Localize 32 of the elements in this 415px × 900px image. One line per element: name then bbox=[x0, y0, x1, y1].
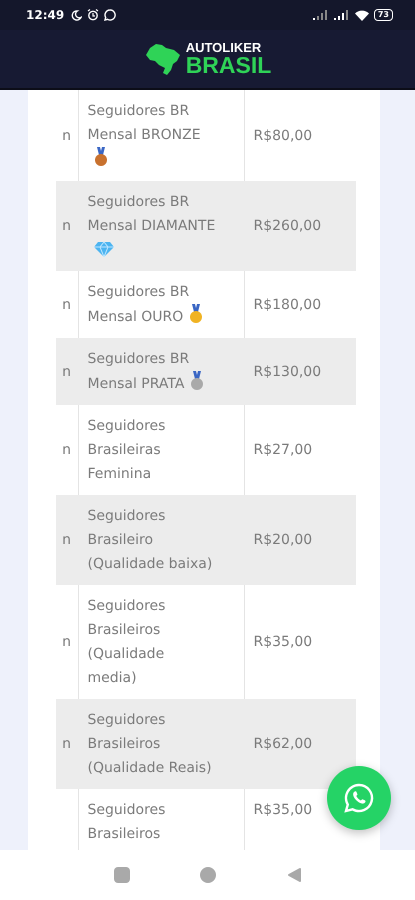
map-icon bbox=[144, 42, 182, 76]
table-cell-text: R$62,00 bbox=[252, 735, 314, 754]
moon-icon bbox=[71, 10, 82, 20]
logo-subtitle: BRASIL bbox=[186, 54, 272, 77]
table-cell-text: n bbox=[61, 735, 72, 754]
table-cell-text: n bbox=[61, 296, 72, 314]
signal-icon bbox=[312, 10, 329, 20]
signal-icon bbox=[334, 10, 350, 20]
home-button[interactable] bbox=[200, 867, 216, 883]
recents-button[interactable] bbox=[114, 867, 130, 883]
clock-time: 12:49 bbox=[26, 8, 64, 22]
chat-icon bbox=[343, 782, 375, 814]
table-cell-text: R$260,00 bbox=[252, 217, 322, 236]
table-cell-text: R$27,00 bbox=[252, 441, 314, 460]
table-cell-text: R$80,00 bbox=[252, 126, 314, 146]
table-cell-text: n bbox=[61, 126, 72, 146]
table-cell-text: n bbox=[61, 531, 72, 550]
table-cell-text: R$20,00 bbox=[252, 531, 314, 550]
table-cell-text: R$35,00 bbox=[252, 801, 314, 820]
battery-icon: 73 bbox=[374, 9, 393, 21]
table-cell-text: R$130,00 bbox=[252, 362, 322, 382]
wifi-icon bbox=[354, 10, 369, 20]
table-cell-text: R$35,00 bbox=[252, 633, 314, 652]
table-cell-text: n bbox=[61, 633, 72, 652]
chat-icon bbox=[104, 9, 116, 21]
logo-title: AUTOLIKER bbox=[186, 41, 262, 54]
table-cell-text: R$180,00 bbox=[252, 296, 322, 314]
alarm-icon bbox=[87, 9, 100, 21]
table-cell-text: n bbox=[61, 217, 72, 236]
table-cell-text: n bbox=[61, 441, 72, 460]
table-cell-text: n bbox=[61, 362, 72, 382]
back-button[interactable] bbox=[286, 867, 302, 883]
